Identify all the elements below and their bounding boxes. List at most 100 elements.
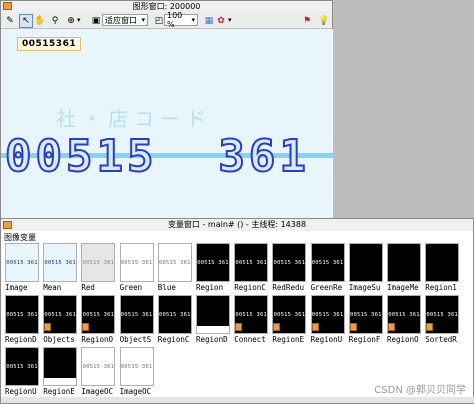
image-variable-item[interactable]: 00515 361 Region (196, 243, 231, 293)
image-thumbnail: 00515 361 (43, 243, 78, 282)
image-variable-caption: RegionO (387, 335, 419, 344)
image-thumbnail: 00515 361 (272, 243, 307, 282)
image-variable-caption: RegionE (43, 387, 75, 396)
image-variable-item[interactable]: 00515 361 RegionE (272, 295, 307, 345)
variable-window: 变量窗口 - main# () - 主线程: 14388 图像变量 00515 … (0, 218, 474, 404)
image-variables-section-label: 图像变量 (4, 233, 36, 242)
thumbnail-text: 00515 361 (273, 260, 306, 266)
pencil-icon[interactable]: ✎ (3, 14, 17, 28)
variable-window-titlebar[interactable]: 变量窗口 - main# () - 主线程: 14388 (1, 219, 473, 231)
image-variable-caption: RegionE (272, 335, 304, 344)
thumbnail-text: 00515 361 (120, 364, 153, 370)
image-variable-item[interactable]: 00515 361 GreenRe (310, 243, 346, 293)
image-variable-item[interactable]: 00515 361 RegionO (81, 295, 116, 345)
image-variable-item[interactable]: 00515 361 Objects (43, 295, 78, 345)
image-variable-item[interactable]: 00515 361 ImageOC (81, 347, 116, 397)
thumbnail-text: 00515 361 (235, 260, 267, 266)
image-thumbnail: 00515 361 (119, 347, 154, 386)
image-variable-caption: RegionC (234, 283, 266, 292)
image-variable-caption: RegionO (81, 335, 113, 344)
zoom-level-dropdown[interactable]: 100 % ▾ (164, 11, 198, 29)
image-variable-item[interactable]: 00515 361 Blue (157, 243, 193, 293)
image-variable-caption: Connect (234, 335, 266, 344)
image-thumbnail (425, 243, 460, 282)
image-thumbnail: 00515 361 (157, 295, 192, 334)
image-variable-item[interactable]: 00515 361 Green (119, 243, 155, 293)
background-area (333, 0, 474, 218)
image-variable-caption: Mean (43, 283, 62, 292)
zoom-dropdown-arrow-icon[interactable]: ▾ (77, 14, 81, 26)
thumbnail-text: 00515 361 (44, 260, 76, 266)
lightbulb-icon[interactable]: 💡 (317, 14, 331, 28)
image-canvas[interactable]: 00515361 社・店コード 00515 361 (1, 29, 334, 219)
image-thumbnail: 00515 361 (81, 243, 116, 282)
image-variable-item[interactable]: 00515 361 RegionU (5, 347, 40, 397)
image-variable-item[interactable]: RegionD (196, 295, 231, 345)
chevron-down-icon[interactable]: ▾ (228, 14, 232, 26)
object-badge-icon (273, 323, 281, 331)
image-variable-item[interactable]: ImageSu (348, 243, 384, 293)
chevron-down-icon: ▾ (191, 16, 195, 24)
hand-pan-icon[interactable]: ✋ (33, 14, 47, 28)
fit-window-icon[interactable]: ▣ (89, 14, 103, 28)
image-thumbnail: 00515 361 (119, 295, 154, 334)
image-variable-item[interactable]: 00515 361 SortedR (425, 295, 460, 345)
image-variable-item[interactable]: 00515 361 Image (5, 243, 40, 293)
zoom-in-icon[interactable]: ⊕ (64, 14, 78, 28)
image-variable-item[interactable]: 00515 361 Connect (234, 295, 269, 345)
thumbnail-text: 00515 361 (311, 312, 344, 318)
image-variable-caption: RegionC (157, 335, 190, 344)
image-thumbnail: 00515 361 (234, 243, 269, 282)
image-variable-caption: ObjectS (119, 335, 152, 344)
image-variable-item[interactable]: 00515 361 RedRedu (272, 243, 307, 293)
graphics-toolbar: ✎ ↖ ✋ ⚲ ⊕ ▾ ▣ 适应窗口 ▾ ◰ 100 % ▾ ▦ ✿ ▾ ⚑ 💡 (1, 11, 332, 29)
chevron-down-icon: ▾ (141, 16, 145, 24)
image-variable-item[interactable]: 00515 361 RegionC (157, 295, 193, 345)
image-variable-caption: ImageMe (387, 283, 419, 292)
ocr-result-label: 00515361 (17, 37, 82, 51)
image-variable-item[interactable]: ImageMe (387, 243, 422, 293)
segmented-digits: 00515 361 (4, 130, 310, 183)
thumbnail-text: 00515 361 (235, 312, 267, 318)
fit-window-dropdown[interactable]: 适应窗口 ▾ (102, 14, 148, 26)
thumbnail-text: 00515 361 (197, 260, 229, 266)
image-variable-caption: RegionD (196, 335, 228, 344)
magnifier-icon[interactable]: ⚲ (48, 14, 62, 28)
image-variable-item[interactable]: 00515 361 Red (81, 243, 116, 293)
image-variable-item[interactable]: 00515 361 Mean (43, 243, 78, 293)
thumbnail-text: 00515 361 (158, 312, 191, 318)
image-variable-caption: ImageOC (81, 387, 113, 396)
thumbnail-text: 00515 361 (82, 364, 115, 370)
image-variable-item[interactable]: 00515 361 RegionD (5, 295, 40, 345)
image-variable-item[interactable]: 00515 361 RegionF (348, 295, 384, 345)
image-variable-item[interactable]: 00515 361 RegionC (234, 243, 269, 293)
image-variable-item[interactable]: RegionE (43, 347, 78, 397)
thumbnail-text: 00515 361 (82, 260, 115, 266)
image-variable-caption: RegionU (5, 387, 37, 396)
watermark: CSDN @郭贝贝同学 (374, 385, 466, 396)
image-variable-item[interactable]: 00515 361 ObjectS (119, 295, 155, 345)
thumbnail-text: 00515 361 (6, 312, 38, 318)
color-settings-icon[interactable]: ✿ (214, 14, 228, 28)
object-badge-icon (82, 323, 90, 331)
thumbnail-text: 00515 361 (6, 364, 38, 370)
image-variable-caption: Objects (43, 335, 75, 344)
image-variable-item[interactable]: 00515 361 RegionU (310, 295, 346, 345)
image-variable-item[interactable]: Region1 (425, 243, 460, 293)
thumbnail-text: 00515 361 (349, 312, 382, 318)
image-variable-item[interactable]: 00515 361 ImageOC (119, 347, 155, 397)
object-badge-icon (388, 323, 395, 331)
image-thumbnail (348, 243, 383, 282)
flag-icon[interactable]: ⚑ (300, 14, 314, 28)
pointer-arrow-icon[interactable]: ↖ (19, 14, 33, 28)
image-variable-item[interactable]: 00515 361 RegionO (387, 295, 422, 345)
thumbnail-text: 00515 361 (120, 312, 153, 318)
thumbnail-text: 00515 361 (82, 312, 115, 318)
object-badge-icon (349, 323, 357, 331)
image-thumbnail: 00515 361 (5, 295, 39, 334)
horizontal-scrollbar[interactable] (1, 397, 474, 403)
object-badge-icon (311, 323, 319, 331)
image-variable-caption: RedRedu (272, 283, 304, 292)
image-thumbnail (387, 243, 421, 282)
image-thumbnail: 00515 361 (5, 347, 39, 386)
